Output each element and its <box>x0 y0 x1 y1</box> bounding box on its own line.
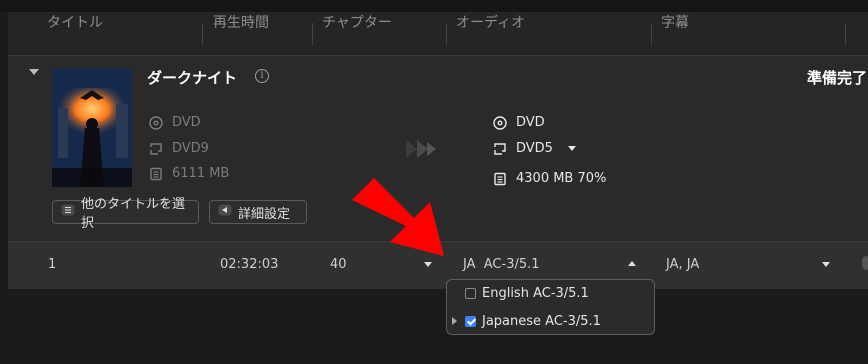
header-audio[interactable]: オーディオ <box>456 12 525 32</box>
checkbox-checked[interactable] <box>465 316 476 327</box>
top-strip <box>0 0 868 12</box>
header-divider <box>446 23 447 45</box>
disc-icon <box>149 115 163 130</box>
audio-option-label: Japanese AC-3/5.1 <box>482 314 601 329</box>
title-duration: 02:32:03 <box>220 257 279 272</box>
header-divider <box>651 23 652 45</box>
source-size: 6111 MB <box>149 166 229 181</box>
target-format-select[interactable]: DVD5 <box>493 141 576 156</box>
annotation-arrow <box>352 172 462 266</box>
advanced-settings-label: 詳細設定 <box>238 206 291 222</box>
header-divider <box>312 23 313 45</box>
chevron-right-icon <box>452 317 457 325</box>
header-chapters[interactable]: チャプター <box>322 12 392 32</box>
source-size-label: 6111 MB <box>172 166 230 181</box>
audio-select[interactable]: JA AC-3/5.1 <box>463 257 540 272</box>
chevron-down-icon[interactable] <box>822 262 830 267</box>
source-type: DVD <box>149 115 201 130</box>
size-icon <box>493 172 507 186</box>
subtitle-select[interactable]: JA, JA <box>666 257 699 272</box>
chevron-up-icon[interactable] <box>628 261 636 266</box>
movie-poster <box>52 68 132 187</box>
select-title-button[interactable]: 他のタイトルを選択 <box>52 197 199 231</box>
header-duration[interactable]: 再生時間 <box>213 12 269 32</box>
disc-icon <box>493 115 507 130</box>
target-type: DVD <box>493 115 545 130</box>
source-format: DVD9 <box>149 141 209 156</box>
collapse-caret-icon[interactable] <box>29 69 39 75</box>
checkbox[interactable] <box>465 288 476 299</box>
audio-option-japanese[interactable]: Japanese AC-3/5.1 <box>465 314 601 329</box>
double-chevron-right-icon <box>404 138 438 164</box>
source-type-label: DVD <box>172 115 201 130</box>
info-icon[interactable]: i <box>255 69 269 83</box>
movie-title: ダークナイト <box>147 69 238 87</box>
target-size: 4300 MB 70% <box>493 171 606 186</box>
audio-option-label: English AC-3/5.1 <box>482 286 589 301</box>
status-label: 準備完了 <box>807 69 868 87</box>
select-title-label: 他のタイトルを選択 <box>81 197 186 231</box>
scroll-handle[interactable] <box>862 256 868 270</box>
target-type-label: DVD <box>516 115 545 130</box>
table-header <box>8 12 868 56</box>
source-format-label: DVD9 <box>172 141 209 156</box>
header-subtitle[interactable]: 字幕 <box>661 12 689 32</box>
audio-option-english[interactable]: English AC-3/5.1 <box>465 286 589 301</box>
chapter-count[interactable]: 40 <box>330 257 347 272</box>
title-number: 1 <box>48 257 57 272</box>
header-title[interactable]: タイトル <box>47 12 103 32</box>
advanced-settings-button[interactable]: 詳細設定 <box>209 200 307 224</box>
header-divider <box>845 23 846 45</box>
target-format-label[interactable]: DVD5 <box>516 141 553 156</box>
chevron-down-icon[interactable] <box>567 146 576 151</box>
poster-art <box>52 68 132 187</box>
settings-icon <box>218 204 232 220</box>
format-icon <box>149 142 163 156</box>
header-divider <box>202 23 203 45</box>
target-size-label: 4300 MB 70% <box>516 171 607 186</box>
size-icon <box>149 167 163 181</box>
format-icon <box>493 142 507 156</box>
list-icon <box>61 204 75 220</box>
